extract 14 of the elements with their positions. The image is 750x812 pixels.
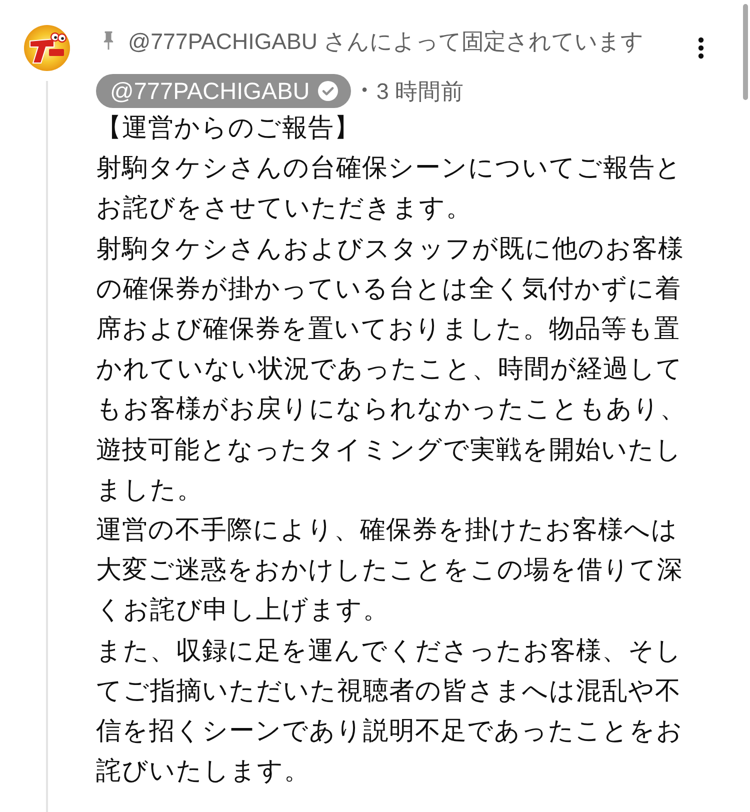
kebab-menu-icon <box>698 37 704 59</box>
scrollbar-thumb[interactable] <box>743 4 748 100</box>
comment-paragraph: 射駒タケシさんおよびスタッフが既に他のお客様の確保券が掛かっている台とは全く気付かずに着席および確保券を置いておりました。物品等も置かれていない状況であったこと、時間が経過してもお客様がお戻りになられなかったこともあり、遊技可能となったタイミングで実戦を開始いたしました。 <box>96 234 687 506</box>
pinned-notice: @777PACHIGABU さんによって固定されています <box>128 28 644 56</box>
pin-icon <box>103 30 114 50</box>
author-handle-chip[interactable]: @777PACHIGABU <box>96 74 351 108</box>
comment-paragraph: また、収録に足を運んでくださったお客様、そしてご指摘いただいた視聴者の皆さまへは混乱や不信を招くシーンであり説明不足であったことをお詫びいたします。 <box>96 636 684 788</box>
channel-logo-icon[interactable] <box>24 25 70 71</box>
comment-paragraph: 【運営からのご報告】 <box>96 113 361 144</box>
timestamp: 3 時間前 <box>376 78 464 106</box>
more-options-button[interactable] <box>698 37 704 59</box>
comment-paragraph: 運営の不手際により、確保券を掛けたお客様へは大変ご迷惑をおかけしたことをこの場を借りて深くお詫び申し上げます。 <box>96 515 684 626</box>
separator-dot: • <box>362 82 368 100</box>
comment-paragraph: 射駒タケシさんの台確保シーンについてご報告とお詫びをさせていただきます。 <box>96 153 683 224</box>
